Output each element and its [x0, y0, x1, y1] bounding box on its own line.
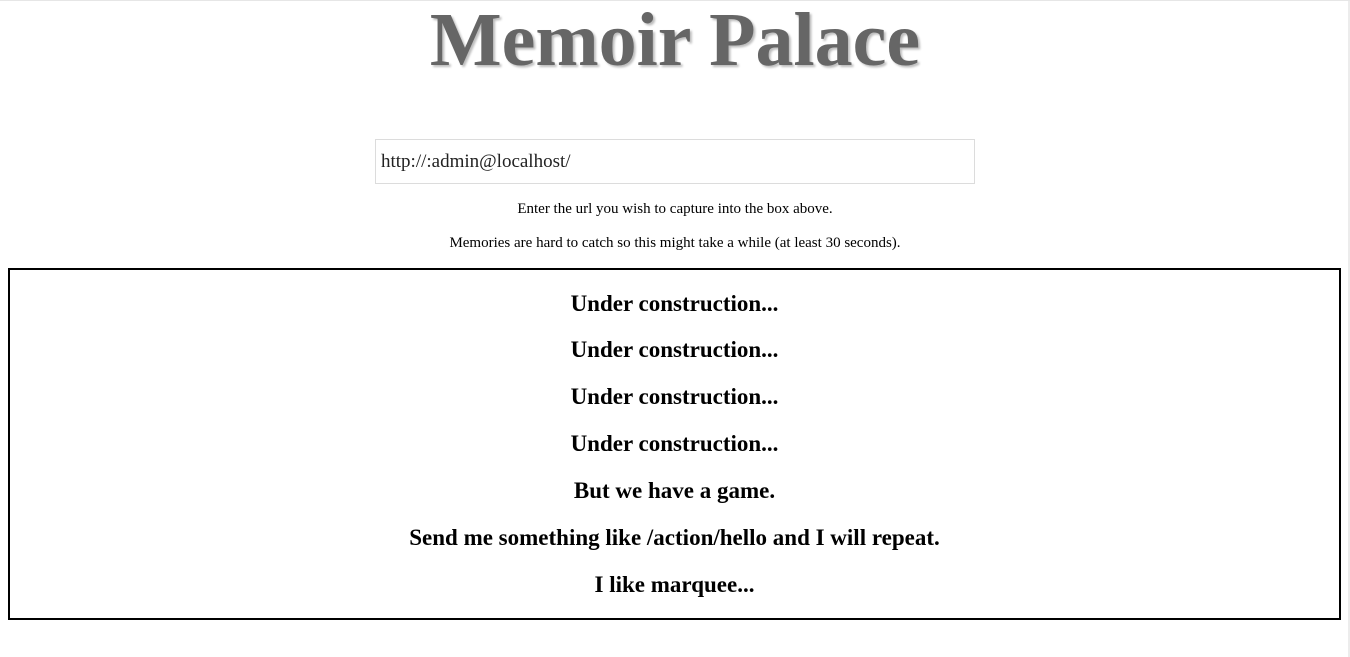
- marquee-line: Under construction...: [570, 291, 779, 316]
- url-field-container[interactable]: [375, 139, 975, 184]
- page-title: Memoir Palace: [429, 0, 921, 82]
- page: Memoir Palace Enter the url you wish to …: [0, 0, 1350, 657]
- marquee-line: But we have a game.: [573, 478, 776, 503]
- instruction-text: Enter the url you wish to capture into t…: [517, 201, 833, 217]
- marquee-line: Under construction...: [570, 337, 779, 362]
- marquee-line: Under construction...: [570, 384, 779, 409]
- marquee-box: Under construction... Under construction…: [8, 268, 1341, 620]
- marquee-line: Send me something like /action/hello and…: [409, 525, 940, 550]
- marquee-line: I like marquee...: [594, 572, 755, 597]
- url-input[interactable]: [381, 150, 974, 173]
- wait-notice-text: Memories are hard to catch so this might…: [449, 235, 901, 251]
- marquee-line: Under construction...: [570, 431, 779, 456]
